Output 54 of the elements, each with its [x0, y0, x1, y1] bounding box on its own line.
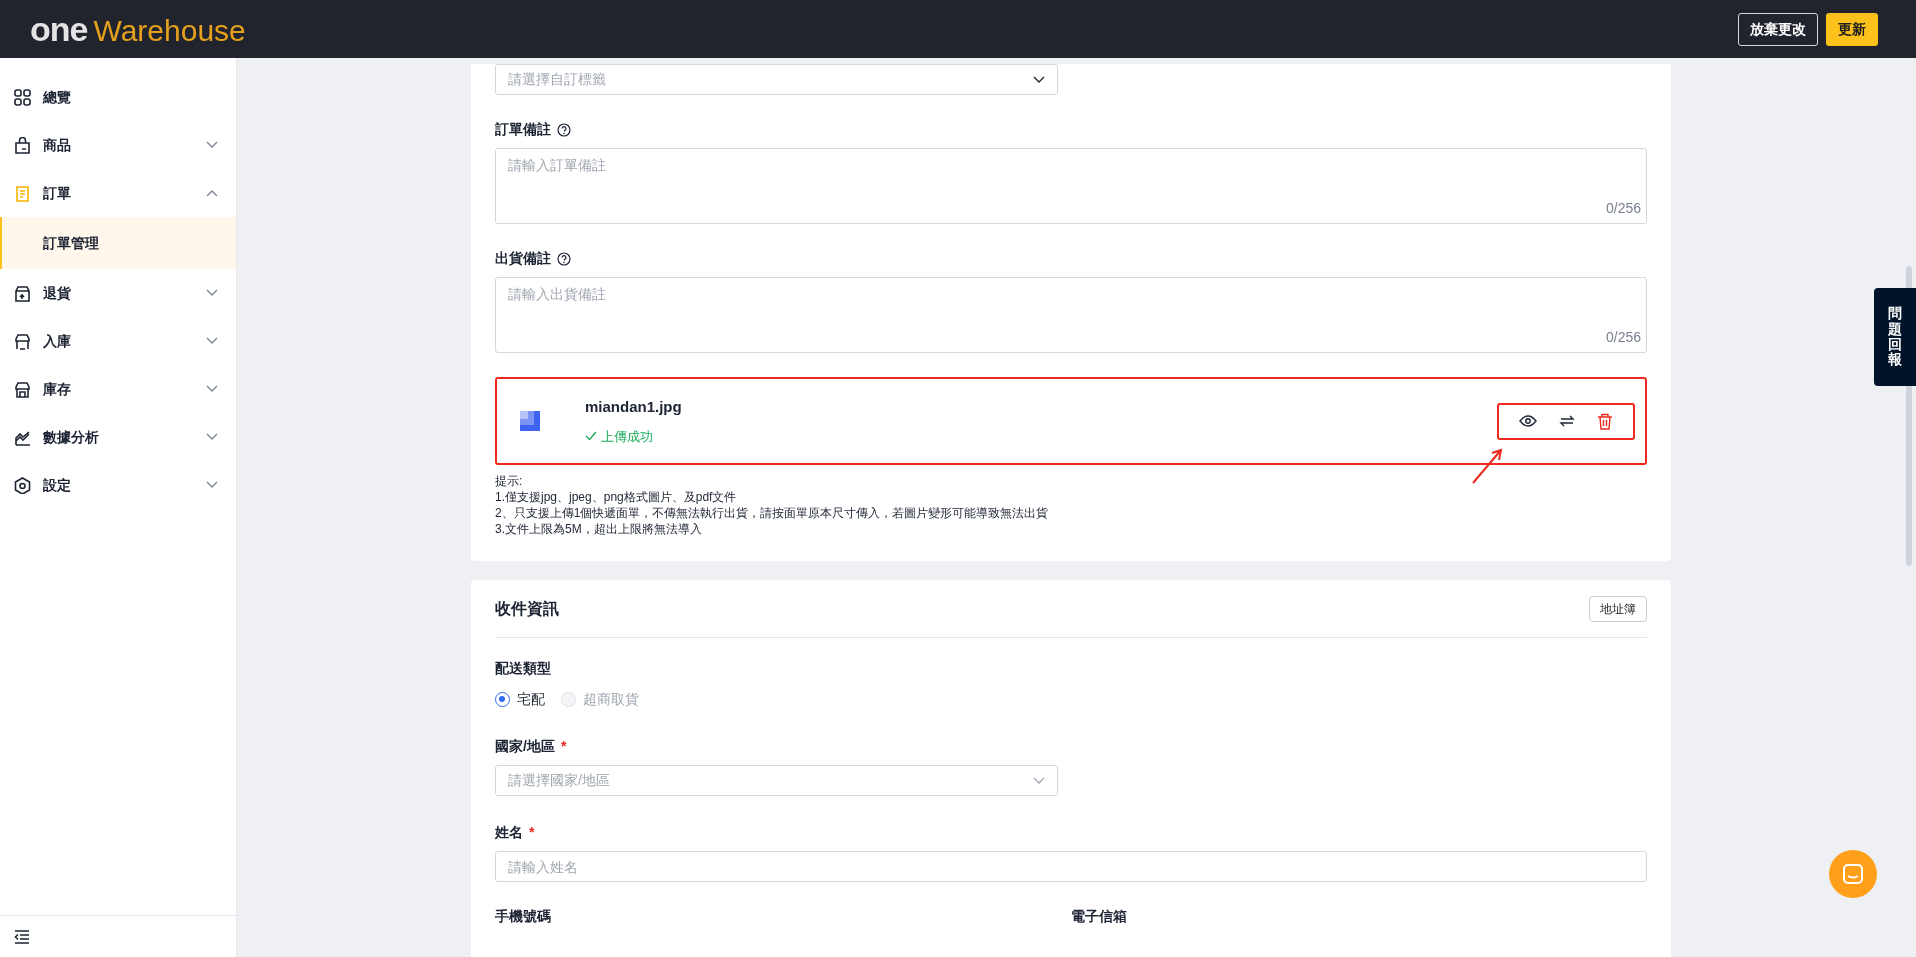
sidebar-item[interactable]: 商品 — [0, 121, 236, 169]
logo-text: Warehouse — [93, 16, 246, 46]
required-mark: * — [560, 737, 567, 756]
radio-option[interactable]: 宅配 — [495, 689, 545, 710]
feedback-tab[interactable]: 問題回報 — [1874, 288, 1916, 386]
sidebar-item[interactable]: 訂單 — [0, 169, 236, 217]
sidebar-item-label: 入庫 — [43, 331, 72, 351]
hint-text: 2、只支援上傳1個快遞面單，不傳無法執行出貨，請按面單原本尺寸傳入，若圖片變形可能導致無法出貨 — [495, 505, 1050, 521]
hint-text: 3.文件上限為5M，超出上限將無法導入 — [495, 521, 703, 537]
field-label: 訂單備註 — [495, 120, 551, 139]
collapse-menu-icon[interactable] — [14, 929, 30, 944]
help-icon — [557, 251, 571, 266]
chevron-down-icon — [1033, 75, 1045, 84]
eye-icon[interactable] — [1519, 415, 1537, 427]
delete-icon[interactable] — [1597, 412, 1613, 430]
file-name: miandan1.jpg — [585, 397, 682, 417]
update-button[interactable]: 更新 — [1826, 12, 1878, 46]
sidebar-item[interactable]: 入庫 — [0, 317, 236, 365]
address-book-button[interactable]: 地址簿 — [1589, 595, 1647, 622]
chat-icon — [1842, 863, 1864, 885]
sidebar-item[interactable]: 數據分析 — [0, 413, 236, 461]
field-label: 電子信箱 — [1071, 907, 1128, 926]
field-label: 出貨備註 — [495, 249, 551, 268]
sidebar-item-label: 數據分析 — [43, 427, 100, 447]
required-mark: * — [529, 823, 535, 842]
sidebar-item[interactable]: 退貨 — [0, 269, 236, 317]
sidebar-item[interactable]: 庫存 — [0, 365, 236, 413]
chevron-down-icon — [1033, 776, 1045, 785]
sidebar-item[interactable]: 設定 — [0, 461, 236, 509]
field-label: 手機號碼 — [495, 907, 552, 926]
sidebar-item-label: 退貨 — [43, 283, 72, 303]
sidebar-item-label: 訂單 — [43, 183, 72, 203]
field-label: 姓名 — [495, 823, 523, 842]
upload-status: 上傳成功 — [601, 427, 653, 446]
field-label: 配送類型 — [495, 659, 551, 678]
field-label: 國家/地區 — [495, 737, 555, 756]
sidebar-item[interactable]: 總覽 — [0, 73, 236, 121]
sidebar-item-label: 商品 — [43, 135, 72, 155]
sidebar-item-label: 總覽 — [43, 87, 72, 107]
discard-changes-button[interactable]: 放棄更改 — [1738, 12, 1818, 46]
check-icon — [585, 431, 597, 442]
hint-text: 1.僅支援jpg、jpeg、png格式圖片、及pdf文件 — [495, 489, 738, 505]
logo-text: one — [30, 12, 88, 46]
hint-text: 提示: — [495, 473, 524, 489]
section-title: 收件資訊 — [495, 598, 559, 619]
sidebar-subitem[interactable]: 訂單管理 — [0, 217, 236, 269]
name-input[interactable]: 請輸入姓名 — [495, 851, 1647, 882]
character-counter: 0/256 — [1605, 328, 1641, 347]
character-counter: 0/256 — [1605, 199, 1641, 218]
help-icon — [557, 122, 571, 137]
radio-button[interactable] — [495, 692, 510, 707]
sidebar-item-label: 設定 — [43, 475, 72, 495]
sidebar-item-label: 庫存 — [43, 379, 72, 399]
swap-icon[interactable] — [1559, 413, 1575, 429]
